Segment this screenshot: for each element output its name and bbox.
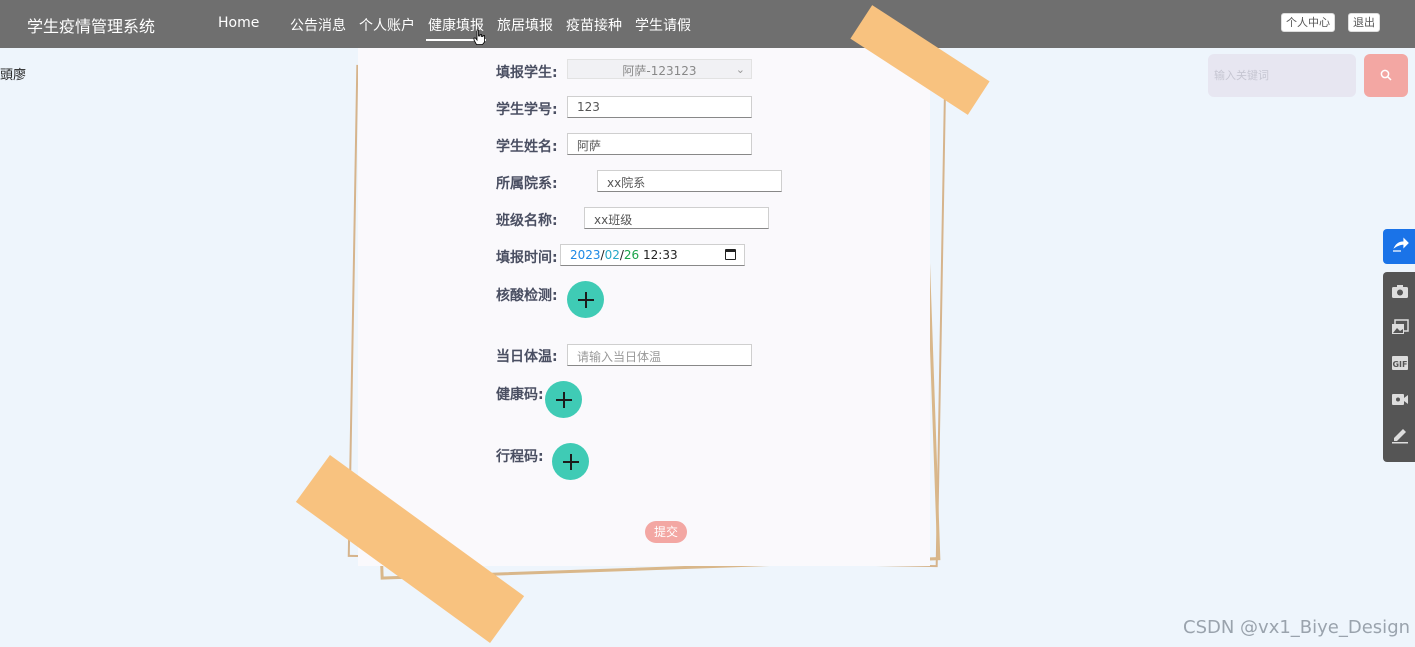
health-code-upload-button[interactable]: [545, 381, 582, 418]
chevron-down-icon: ⌄: [735, 63, 745, 76]
label-health-code: 健康码:: [496, 387, 544, 403]
form-card: [358, 48, 930, 566]
floating-toolbar: GIF: [1383, 272, 1415, 462]
student-select[interactable]: 阿萨-123123 ⌄: [567, 59, 752, 79]
label-nucleic-test: 核酸检测:: [496, 288, 558, 304]
share-button[interactable]: [1383, 229, 1415, 264]
gif-icon[interactable]: GIF: [1391, 354, 1409, 372]
label-travel-code: 行程码:: [496, 449, 544, 465]
department-field[interactable]: xx院系: [597, 170, 782, 192]
submit-button[interactable]: 提交: [645, 521, 687, 543]
top-navbar: 学生疫情管理系统 Home 公告消息 个人账户 健康填报 旅居填报 疫苗接种 学…: [0, 0, 1415, 48]
label-student-id: 学生学号:: [496, 102, 558, 118]
camera-icon[interactable]: [1391, 282, 1409, 300]
nav-account[interactable]: 个人账户: [359, 15, 415, 35]
class-name-field[interactable]: xx班级: [584, 207, 769, 229]
nav-vaccination[interactable]: 疫苗接种: [566, 15, 622, 35]
nucleic-test-upload-button[interactable]: [567, 281, 604, 318]
search-button[interactable]: [1364, 54, 1408, 97]
label-student-name: 学生姓名:: [496, 139, 558, 155]
nav-home[interactable]: Home: [218, 15, 259, 31]
images-icon[interactable]: [1391, 318, 1409, 336]
calendar-icon[interactable]: [725, 249, 736, 260]
date-year: 2023: [570, 248, 601, 262]
nav-announcements[interactable]: 公告消息: [290, 15, 346, 35]
label-department: 所属院系:: [496, 176, 558, 192]
user-center-button[interactable]: 个人中心: [1281, 13, 1335, 32]
search-icon: [1380, 69, 1392, 81]
travel-code-upload-button[interactable]: [552, 443, 589, 480]
date-day: 26: [623, 248, 640, 262]
stray-text: 頭廖: [0, 68, 27, 83]
label-student-select: 填报学生:: [496, 65, 558, 81]
date-time: 12:33: [643, 248, 678, 262]
svg-text:GIF: GIF: [1392, 360, 1407, 369]
student-name-field[interactable]: 阿萨: [567, 133, 752, 155]
label-report-time: 填报时间:: [496, 250, 558, 266]
label-temperature: 当日体温:: [496, 349, 558, 365]
hand-cursor-icon: [473, 29, 485, 45]
report-time-field[interactable]: 2023/02/26 12:33: [560, 244, 745, 266]
temperature-placeholder: 请输入当日体温: [577, 350, 662, 364]
share-icon: [1393, 237, 1409, 252]
logout-button[interactable]: 退出: [1348, 13, 1380, 32]
temperature-field[interactable]: 请输入当日体温: [567, 344, 752, 366]
nav-travel-report[interactable]: 旅居填报: [497, 15, 553, 35]
app-title: 学生疫情管理系统: [27, 17, 156, 36]
date-month: 02: [604, 248, 620, 262]
watermark: CSDN @vx1_Biye_Design: [1183, 617, 1411, 638]
search-input[interactable]: [1208, 54, 1356, 97]
pen-icon[interactable]: [1391, 426, 1409, 444]
student-id-field[interactable]: 123: [567, 96, 752, 118]
student-select-value: 阿萨-123123: [622, 64, 697, 78]
nav-leave-request[interactable]: 学生请假: [635, 15, 691, 35]
label-class-name: 班级名称:: [496, 213, 558, 229]
video-icon[interactable]: [1391, 390, 1409, 408]
